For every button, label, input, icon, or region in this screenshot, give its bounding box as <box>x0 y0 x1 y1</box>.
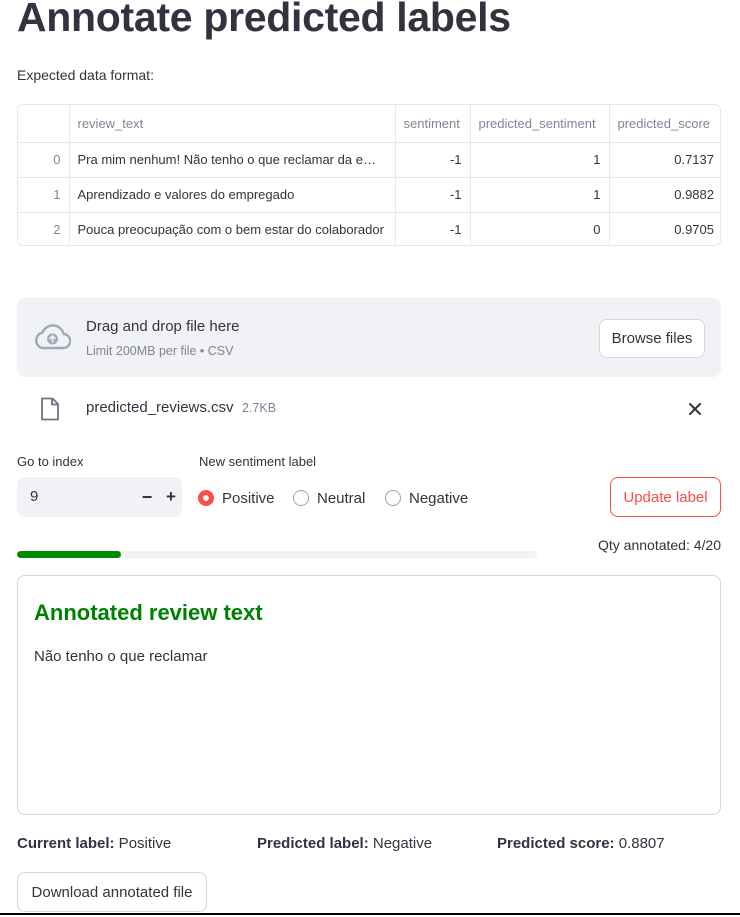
radio-unselected-icon <box>293 490 309 506</box>
uploaded-file-size: 2.7KB <box>242 401 277 415</box>
dropzone-title: Drag and drop file here <box>86 318 240 335</box>
row-index: 0 <box>18 142 70 178</box>
browse-files-button[interactable]: Browse files <box>599 319 705 358</box>
current-label-key: Current label: <box>17 835 115 852</box>
review-text: Não tenho o que reclamar <box>34 648 208 665</box>
page-title: Annotate predicted labels <box>17 0 511 40</box>
cell-review-text[interactable]: Pra mim nenhum! Não tenho o que reclamar… <box>69 142 396 178</box>
file-icon <box>41 397 59 421</box>
review-text-header[interactable]: review_text <box>69 105 396 143</box>
sentiment-label-title: New sentiment label <box>199 454 317 469</box>
progress-bar <box>17 551 537 558</box>
row-index: 1 <box>18 177 70 213</box>
predicted-score-value: 0.8807 <box>614 835 665 852</box>
expected-format-label: Expected data format: <box>17 67 154 83</box>
review-container: Annotated review text Não tenho o que re… <box>17 575 721 815</box>
cell-predicted-score[interactable]: 0.9882 <box>609 177 720 213</box>
cell-sentiment[interactable]: -1 <box>395 212 471 245</box>
table-row: 2 Pouca preocupação com o bem estar do c… <box>18 212 720 245</box>
bottom-divider <box>0 913 740 915</box>
progress-fill <box>17 551 121 558</box>
index-header <box>18 105 70 143</box>
cell-review-text[interactable]: Aprendizado e valores do empregado <box>69 177 396 213</box>
predicted-score-stat: Predicted score: 0.8807 <box>497 835 665 852</box>
data-table[interactable]: review_text sentiment predicted_sentimen… <box>17 104 721 246</box>
close-icon[interactable] <box>685 399 705 419</box>
review-heading: Annotated review text <box>34 600 263 625</box>
radio-label: Positive <box>222 489 275 507</box>
go-to-index-label: Go to index <box>17 454 84 469</box>
cell-review-text[interactable]: Pouca preocupação com o bem estar do col… <box>69 212 396 245</box>
row-index: 2 <box>18 212 70 245</box>
index-stepper[interactable]: 9 − + <box>17 477 182 517</box>
cell-predicted-score[interactable]: 0.7137 <box>609 142 720 178</box>
table-row: 0 Pra mim nenhum! Não tenho o que reclam… <box>18 142 720 178</box>
radio-negative[interactable]: Negative <box>385 488 468 508</box>
radio-selected-icon <box>198 490 214 506</box>
predicted-label-key: Predicted label: <box>257 835 369 852</box>
qty-annotated: Qty annotated: 4/20 <box>598 537 721 553</box>
sentiment-header[interactable]: sentiment <box>395 105 471 143</box>
radio-unselected-icon <box>385 490 401 506</box>
uploaded-file-name: predicted_reviews.csv <box>86 399 234 416</box>
file-dropzone[interactable]: Drag and drop file here Limit 200MB per … <box>17 298 721 377</box>
update-label-button[interactable]: Update label <box>610 477 721 517</box>
cloud-upload-icon <box>35 324 71 350</box>
predicted-label-stat: Predicted label: Negative <box>257 835 432 852</box>
predicted-sentiment-header[interactable]: predicted_sentiment <box>470 105 610 143</box>
cell-predicted-score[interactable]: 0.9705 <box>609 212 720 245</box>
predicted-label-value: Negative <box>368 835 433 852</box>
cell-sentiment[interactable]: -1 <box>395 177 471 213</box>
cell-predicted-sentiment[interactable]: 1 <box>470 177 610 213</box>
current-label-value: Positive <box>114 835 172 852</box>
radio-positive[interactable]: Positive <box>198 488 275 508</box>
table-row: 1 Aprendizado e valores do empregado -1 … <box>18 177 720 213</box>
predicted-score-key: Predicted score: <box>497 835 615 852</box>
radio-label: Neutral <box>317 489 366 507</box>
increment-button[interactable]: + <box>159 485 183 509</box>
cell-sentiment[interactable]: -1 <box>395 142 471 178</box>
index-input[interactable]: 9 <box>30 488 38 505</box>
current-label-stat: Current label: Positive <box>17 835 171 852</box>
radio-label: Negative <box>409 489 469 507</box>
table-header-row: review_text sentiment predicted_sentimen… <box>18 105 720 143</box>
download-annotated-button[interactable]: Download annotated file <box>17 872 207 912</box>
cell-predicted-sentiment[interactable]: 0 <box>470 212 610 245</box>
cell-predicted-sentiment[interactable]: 1 <box>470 142 610 178</box>
predicted-score-header[interactable]: predicted_score <box>609 105 720 143</box>
radio-neutral[interactable]: Neutral <box>293 488 365 508</box>
decrement-button[interactable]: − <box>135 485 159 509</box>
dropzone-limit: Limit 200MB per file • CSV <box>86 344 234 358</box>
